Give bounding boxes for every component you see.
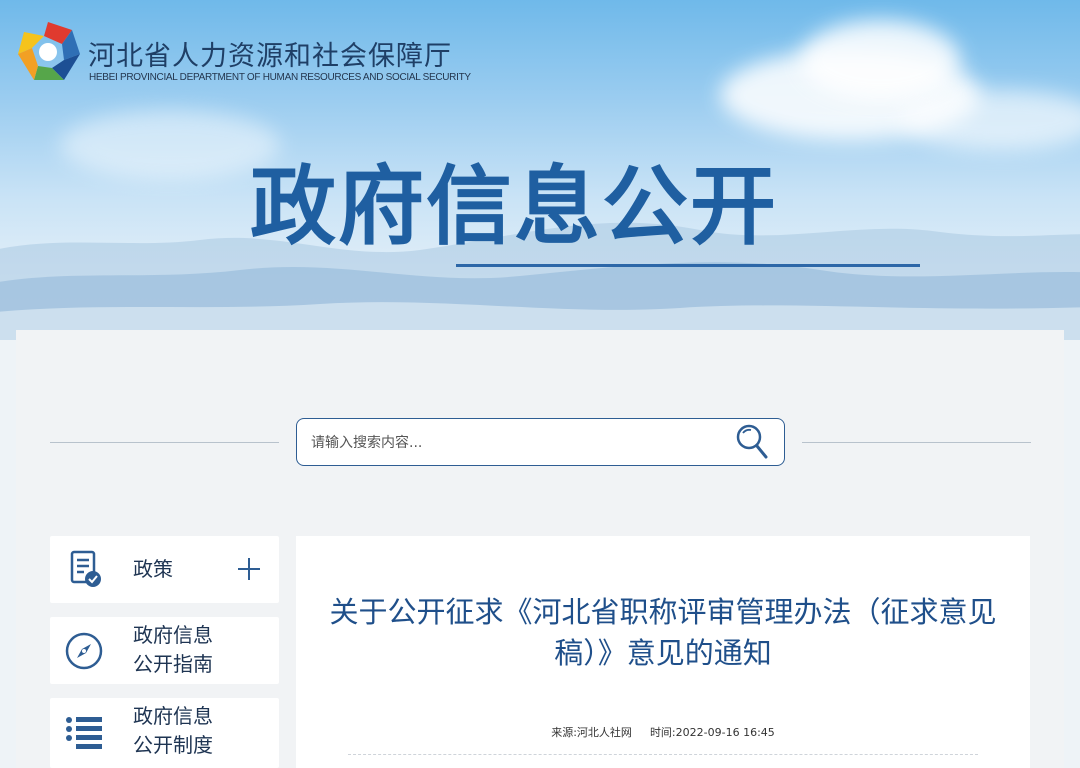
compass-icon	[65, 632, 103, 670]
org-name-en: HEBEI PROVINCIAL DEPARTMENT OF HUMAN RES…	[89, 72, 471, 83]
banner-title: 政府信息公开	[250, 157, 778, 257]
article-title[interactable]: 关于公开征求《河北省职称评审管理办法（征求意见稿）》意见的通知	[306, 592, 1020, 674]
article-divider	[348, 754, 978, 755]
article-source: 来源:河北人社网	[551, 726, 632, 739]
sidebar-item-system[interactable]: 政府信息 公开制度	[50, 698, 279, 768]
search-divider-left	[50, 442, 279, 443]
department-logo	[18, 22, 80, 80]
document-check-icon	[70, 550, 101, 587]
sidebar-item-label: 政策	[133, 557, 173, 581]
list-icon	[66, 717, 102, 749]
sidebar-item-label: 政府信息 公开制度	[133, 704, 213, 757]
search-box	[296, 418, 785, 466]
plus-icon[interactable]	[236, 556, 262, 582]
sidebar-item-label: 政府信息 公开指南	[133, 623, 213, 676]
search-icon[interactable]	[734, 422, 770, 462]
org-name-cn: 河北省人力资源和社会保障厅	[88, 41, 452, 72]
article-time: 时间:2022-09-16 16:45	[649, 726, 775, 739]
search-input[interactable]	[311, 431, 711, 455]
article-meta: 来源:河北人社网 时间:2022-09-16 16:45	[296, 724, 1030, 740]
banner-title-rule	[456, 264, 920, 267]
search-divider-right	[802, 442, 1031, 443]
sidebar-item-guide[interactable]: 政府信息 公开指南	[50, 617, 279, 684]
